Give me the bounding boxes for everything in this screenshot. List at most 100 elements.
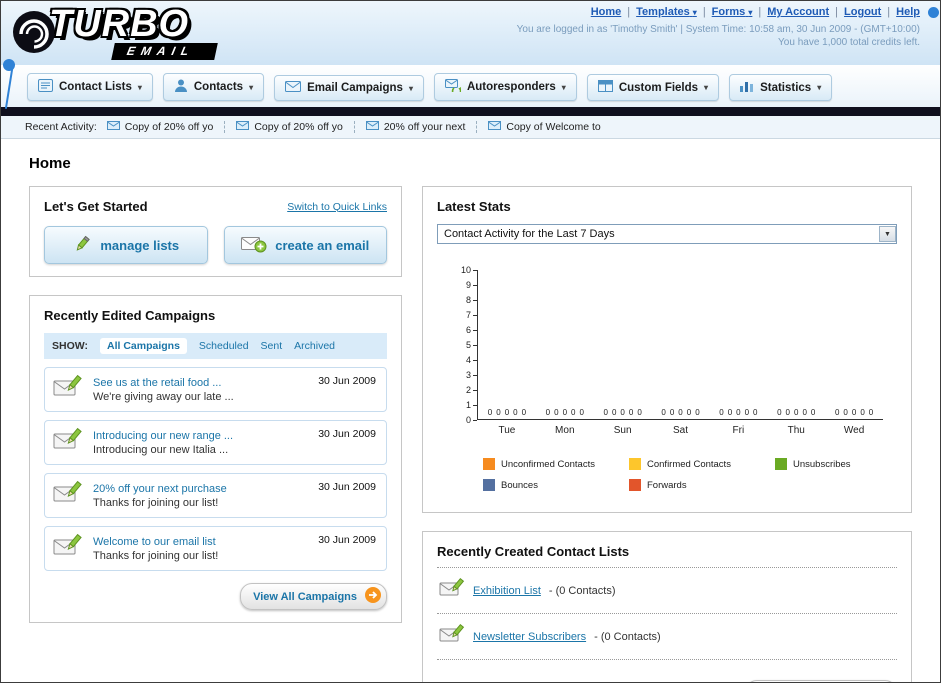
filter-all-campaigns[interactable]: All Campaigns	[99, 338, 187, 354]
campaign-subtitle: We're giving away our late ...	[93, 390, 234, 403]
campaign-title-link[interactable]: See us at the retail food ...	[93, 377, 234, 389]
campaign-title-link[interactable]: Introducing our new range ...	[93, 430, 233, 442]
chart-value-label: 0	[611, 408, 617, 417]
main-content: Home Let's Get Started Switch to Quick L…	[1, 139, 940, 682]
nav-link-help[interactable]: Help	[896, 6, 920, 18]
campaign-row[interactable]: Introducing our new range ... Introducin…	[44, 420, 387, 465]
recent-activity-item[interactable]: Copy of 20% off yo	[106, 121, 226, 133]
legend-label: Forwards	[647, 479, 687, 491]
chart-value-label: 0	[545, 408, 551, 417]
nav-link-label: Help	[896, 6, 920, 18]
tab-label: Custom Fields	[618, 81, 699, 94]
view-all-campaigns-button[interactable]: View All Campaigns	[240, 583, 387, 610]
campaigns-title: Recently Edited Campaigns	[44, 308, 216, 323]
decorative-dot-left	[3, 59, 15, 71]
contact-list-count: - (0 Contacts)	[594, 630, 661, 643]
chevron-down-icon: ▼	[879, 226, 896, 242]
recent-activity-item[interactable]: Copy of 20% off yo	[236, 121, 355, 133]
envelope-pencil-icon	[53, 427, 83, 458]
chart-value-label: 0	[603, 408, 608, 417]
get-started-panel: Let's Get Started Switch to Quick Links …	[29, 186, 402, 277]
tab-autoresponders[interactable]: Autoresponders ▾	[433, 73, 577, 101]
contact-list-link[interactable]: Exhibition List	[473, 585, 541, 597]
chevron-down-icon: ▾	[561, 82, 566, 92]
campaign-subtitle: Thanks for joining our list!	[93, 496, 219, 509]
logo-text: TURBO EMAIL	[49, 3, 219, 60]
campaign-title-link[interactable]: 20% off your next purchase	[93, 483, 227, 495]
tab-label: Statistics	[760, 81, 812, 94]
y-tick: 4	[466, 355, 477, 365]
switch-quick-links-link[interactable]: Switch to Quick Links	[287, 201, 387, 213]
login-info: You are logged in as 'Timothy Smith' | S…	[516, 24, 920, 35]
filter-scheduled[interactable]: Scheduled	[199, 340, 249, 352]
contact-list-link[interactable]: Newsletter Subscribers	[473, 631, 586, 643]
campaigns-panel: Recently Edited Campaigns SHOW: All Camp…	[29, 295, 402, 623]
filter-sent[interactable]: Sent	[261, 340, 283, 352]
chart-category-label: Tue	[498, 425, 516, 436]
credits-info: You have 1,000 total credits left.	[778, 37, 920, 48]
statistics-icon	[740, 80, 754, 95]
campaign-row[interactable]: See us at the retail food ... We're givi…	[44, 367, 387, 412]
campaign-row[interactable]: Welcome to our email list Thanks for joi…	[44, 526, 387, 571]
campaign-title-link[interactable]: Welcome to our email list	[93, 536, 218, 548]
envelope-pencil-icon	[53, 480, 83, 511]
nav-link-logout[interactable]: Logout	[844, 6, 896, 18]
tab-email-campaigns[interactable]: Email Campaigns ▾	[274, 75, 424, 101]
chart-value-label: 0	[777, 408, 782, 417]
tab-label: Autoresponders	[466, 81, 556, 93]
chart-value-label: 0	[628, 408, 634, 417]
tab-contact-lists[interactable]: Contact Lists ▾	[27, 73, 153, 101]
legend-swatch	[483, 479, 495, 491]
campaign-date: 30 Jun 2009	[318, 481, 376, 493]
campaign-date: 30 Jun 2009	[318, 375, 376, 387]
recent-activity-bar: Recent Activity: Copy of 20% off yo Copy…	[1, 116, 940, 139]
autoresponders-icon	[444, 79, 462, 96]
tab-label: Contacts	[193, 81, 244, 93]
chart-value-label: 0	[504, 408, 510, 417]
chevron-down-icon: ▾	[249, 82, 254, 92]
nav-link-home[interactable]: Home	[591, 6, 636, 18]
stats-period-select[interactable]: Contact Activity for the Last 7 Days ▼	[437, 224, 897, 244]
tab-label: Contact Lists	[59, 81, 132, 93]
chart-value-label: 0	[810, 408, 816, 417]
y-tick: 5	[466, 340, 477, 350]
page-title: Home	[29, 155, 71, 172]
tab-custom-fields[interactable]: Custom Fields ▾	[586, 74, 720, 101]
chart-group: 0 0 0 0 0 Fri	[709, 270, 767, 436]
chart-value-label: 0	[579, 408, 584, 417]
campaign-row[interactable]: 20% off your next purchase Thanks for jo…	[44, 473, 387, 518]
contact-list-row[interactable]: Exhibition List - (0 Contacts)	[437, 568, 897, 614]
chart-value-label: 0	[802, 408, 807, 417]
contact-list-row[interactable]: Newsletter Subscribers - (0 Contacts)	[437, 614, 897, 660]
email-icon	[365, 121, 379, 133]
decorative-dot-right	[928, 7, 939, 18]
tab-statistics[interactable]: Statistics ▾	[729, 74, 833, 101]
top-nav: HomeTemplates ▾Forms ▾My AccountLogoutHe…	[517, 6, 920, 18]
nav-link-forms[interactable]: Forms ▾	[712, 6, 768, 18]
legend-item: Unconfirmed Contacts	[483, 458, 629, 470]
nav-link-my-account[interactable]: My Account	[767, 6, 844, 18]
campaign-subtitle: Introducing our new Italia ...	[93, 443, 229, 456]
chevron-down-icon: ▾	[748, 8, 753, 17]
filter-archived[interactable]: Archived	[294, 340, 335, 352]
create-email-button[interactable]: create an email	[223, 226, 387, 264]
nav-link-templates[interactable]: Templates ▾	[636, 6, 712, 18]
recent-activity-text: Copy of Welcome to	[506, 121, 601, 133]
manage-lists-button[interactable]: manage lists	[44, 226, 208, 264]
envelope-pencil-icon	[53, 533, 83, 564]
pencil-icon	[72, 235, 92, 256]
recent-activity-item[interactable]: Copy of Welcome to	[488, 121, 611, 133]
recent-activity-item[interactable]: 20% off your next	[365, 121, 478, 133]
email-icon	[106, 121, 120, 133]
y-tick: 7	[466, 310, 477, 320]
chart-value-label: 0	[554, 408, 559, 417]
tab-contacts[interactable]: Contacts ▾	[162, 73, 265, 101]
legend-swatch	[483, 458, 495, 470]
campaign-date: 30 Jun 2009	[318, 428, 376, 440]
legend-swatch	[629, 458, 641, 470]
chart-value-label: 0	[669, 408, 675, 417]
chart-value-label: 0	[736, 408, 741, 417]
y-tick: 0	[466, 415, 477, 425]
chart-value-label: 0	[571, 408, 576, 417]
chart-value-label: 0	[719, 408, 724, 417]
